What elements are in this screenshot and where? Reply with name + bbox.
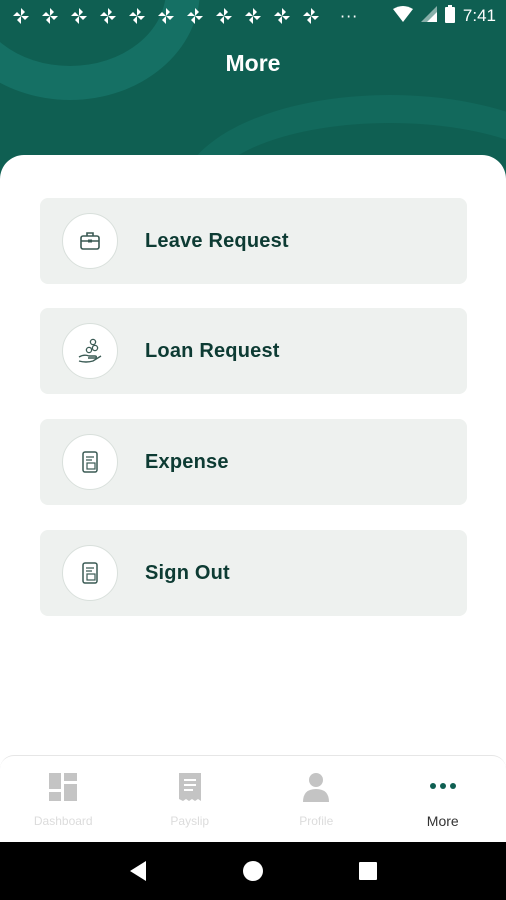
tab-label: More <box>426 813 459 829</box>
pinwheel-notification-icon <box>68 6 90 26</box>
battery-icon <box>444 5 455 27</box>
tab-label: Payslip <box>170 814 210 828</box>
menu-item-expense[interactable]: Expense <box>40 419 467 505</box>
menu-item-label: Leave Request <box>145 229 289 252</box>
pinwheel-notification-icon <box>213 6 235 26</box>
tab-label: Profile <box>299 814 334 828</box>
pinwheel-notification-icon <box>300 6 322 26</box>
coins-hand-icon <box>62 323 118 379</box>
pinwheel-notification-icon <box>126 6 148 26</box>
receipt-icon <box>62 434 118 490</box>
home-icon[interactable] <box>238 856 268 886</box>
menu-item-label: Sign Out <box>145 561 230 584</box>
bottom-navigation: Dashboard Payslip Profile More <box>0 755 506 842</box>
notification-icons <box>10 6 322 26</box>
tab-more[interactable]: More <box>380 756 506 842</box>
menu-item-leave-request[interactable]: Leave Request <box>40 198 467 284</box>
more-dots-icon <box>426 769 460 807</box>
status-overflow-dots: ··· <box>340 6 359 26</box>
system-navigation-bar <box>0 842 506 900</box>
pinwheel-notification-icon <box>155 6 177 26</box>
wifi-icon <box>392 6 413 26</box>
dashboard-icon <box>46 770 80 808</box>
pinwheel-notification-icon <box>97 6 119 26</box>
pinwheel-notification-icon <box>10 6 32 26</box>
briefcase-icon <box>62 213 118 269</box>
payslip-icon <box>173 770 207 808</box>
page-title: More <box>225 50 281 76</box>
tab-payslip[interactable]: Payslip <box>127 756 254 842</box>
tab-dashboard[interactable]: Dashboard <box>0 756 127 842</box>
profile-icon <box>299 770 333 808</box>
signal-icon <box>420 6 437 26</box>
tab-label: Dashboard <box>33 814 93 828</box>
pinwheel-notification-icon <box>271 6 293 26</box>
receipt-icon <box>62 545 118 601</box>
content-sheet: Leave Request Loan Request Expense Sign … <box>0 155 506 765</box>
status-bar: ··· 7:41 <box>0 0 506 32</box>
menu-item-loan-request[interactable]: Loan Request <box>40 308 467 394</box>
pinwheel-notification-icon <box>184 6 206 26</box>
pinwheel-notification-icon <box>39 6 61 26</box>
menu-item-label: Expense <box>145 450 229 473</box>
recents-icon[interactable] <box>353 856 383 886</box>
back-icon[interactable] <box>123 856 153 886</box>
menu-item-sign-out[interactable]: Sign Out <box>40 530 467 616</box>
tab-profile[interactable]: Profile <box>253 756 380 842</box>
pinwheel-notification-icon <box>242 6 264 26</box>
menu-item-label: Loan Request <box>145 339 280 362</box>
status-time: 7:41 <box>462 6 496 25</box>
